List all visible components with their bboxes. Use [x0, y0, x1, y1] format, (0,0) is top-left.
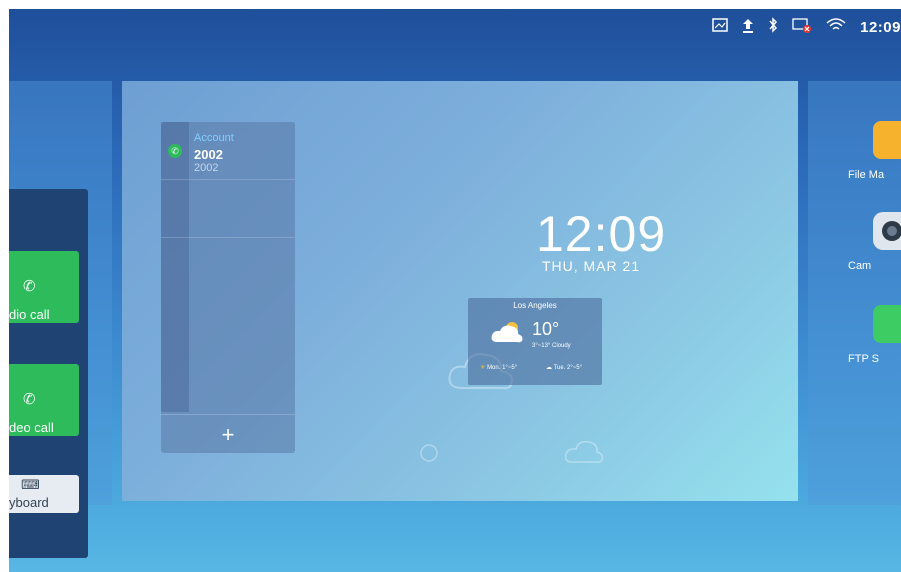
forecast-day-1-range: 1°~5° — [502, 365, 518, 371]
upload-icon — [742, 18, 754, 37]
folder-icon — [873, 121, 901, 159]
file-manager-label: File Ma — [848, 169, 885, 181]
audio-call-button[interactable]: ✆ dio call — [9, 251, 79, 323]
right-app-panel[interactable]: File Ma Cam FTP S — [808, 81, 901, 505]
audio-call-label: dio call — [9, 307, 50, 322]
screenshot-icon — [712, 18, 728, 36]
account-label: Account — [194, 132, 234, 144]
network-error-icon — [792, 17, 812, 37]
sunny-icon: ☀ — [480, 365, 486, 371]
weather-description: 3°~13° Cloudy — [532, 343, 571, 349]
home-screen: 12:09 ✆ dio call ✆ deo call ⌨ yboard ✆ A… — [9, 9, 901, 572]
forecast-day-2: ☁ Tue. 2°~5° — [546, 364, 582, 371]
video-call-button[interactable]: ✆ deo call — [9, 364, 79, 436]
clock-date: THU, MAR 21 — [542, 258, 641, 274]
phone-icon: ✆ — [168, 144, 182, 158]
audio-call-icon: ✆ — [23, 278, 36, 295]
quick-actions-card: ✆ dio call ✆ deo call ⌨ yboard — [9, 189, 88, 558]
ftp-icon — [873, 305, 901, 343]
account-sub-number: 2002 — [194, 162, 219, 174]
clock-time: 12:09 — [536, 206, 667, 262]
account-row-empty — [161, 180, 295, 238]
cloudy-small-icon: ☁ — [546, 365, 552, 371]
camera-icon — [873, 212, 901, 250]
left-widget-panel[interactable]: ✆ dio call ✆ deo call ⌨ yboard — [9, 81, 112, 558]
video-call-label: deo call — [9, 420, 54, 435]
bottom-dock — [9, 505, 901, 572]
account-widget[interactable]: ✆ Account 2002 2002 + — [161, 122, 295, 453]
account-row[interactable]: ✆ Account 2002 2002 — [161, 122, 295, 180]
camera-label: Cam — [848, 260, 872, 272]
main-home-page: ✆ Account 2002 2002 + 12:09 THU, MAR 21 … — [122, 81, 798, 501]
plus-icon: + — [221, 422, 235, 447]
video-call-icon: ✆ — [23, 391, 36, 408]
weather-temperature: 10° — [532, 319, 560, 339]
wifi-icon — [826, 17, 846, 37]
account-number: 2002 — [194, 147, 223, 162]
forecast-day-1: ☀ Mon. 1°~5° — [480, 364, 517, 371]
ghost-cloud-small-icon — [564, 436, 604, 471]
ghost-sun-icon — [414, 438, 454, 473]
forecast-day-2-range: 2°~5° — [567, 365, 583, 371]
weather-city: Los Angeles — [513, 301, 557, 310]
forecast-day-2-name: Tue. — [553, 365, 566, 371]
cloudy-weather-icon — [490, 320, 523, 343]
ftp-server-label: FTP S — [848, 353, 879, 365]
add-account-button[interactable]: + — [161, 414, 295, 454]
status-time: 12:09 — [860, 18, 901, 36]
forecast-day-1-name: Mon. — [487, 365, 501, 371]
weather-widget[interactable]: Los Angeles 10° 3°~13° Cloudy ☀ Mon. 1°~… — [468, 298, 602, 385]
bluetooth-icon — [768, 17, 778, 37]
keyboard-icon: ⌨ — [21, 477, 40, 492]
status-bar: 12:09 — [9, 9, 901, 47]
